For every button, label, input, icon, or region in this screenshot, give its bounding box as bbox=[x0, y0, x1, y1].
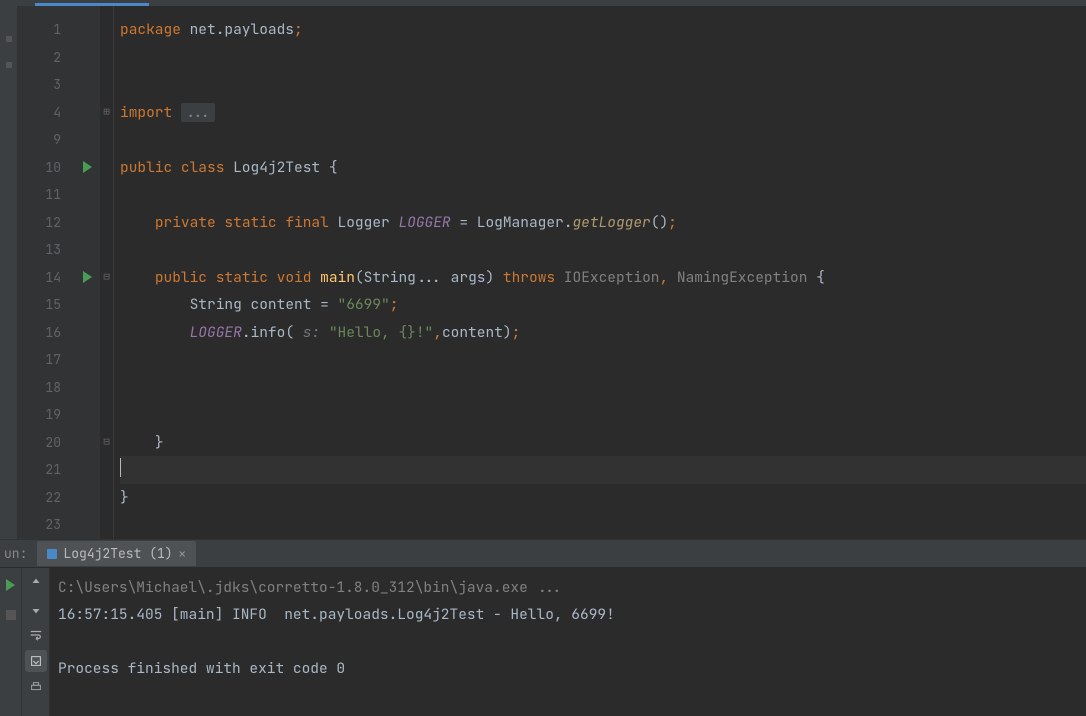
run-tab-label: Log4j2Test (1) bbox=[63, 545, 172, 562]
line-number[interactable]: 2 bbox=[18, 44, 73, 72]
line-number[interactable]: 16 bbox=[18, 319, 73, 347]
soft-wrap-button[interactable] bbox=[25, 624, 47, 646]
code-editor[interactable]: 1 2 3 4 9 10 11 12 13 14 15 16 17 18 19 … bbox=[18, 6, 1086, 539]
rerun-button[interactable] bbox=[0, 574, 22, 596]
line-number[interactable]: 18 bbox=[18, 374, 73, 402]
code-line[interactable]: LOGGER.info( s: "Hello, {}!",content); bbox=[120, 319, 1086, 347]
line-number[interactable]: 1 bbox=[18, 16, 73, 44]
line-number[interactable]: 21 bbox=[18, 456, 73, 484]
tool-window-stripe-left[interactable] bbox=[0, 6, 18, 539]
tool-stripe-mark[interactable] bbox=[6, 62, 12, 68]
fold-toggle[interactable]: ⊞ bbox=[100, 99, 113, 127]
console-line: Process finished with exit code 0 bbox=[58, 659, 345, 678]
code-line[interactable] bbox=[120, 346, 1086, 374]
line-number[interactable]: 9 bbox=[18, 126, 73, 154]
line-number[interactable]: 4 bbox=[18, 99, 73, 127]
line-number[interactable]: 23 bbox=[18, 511, 73, 539]
console-line: 16:57:15.405 [main] INFO net.payloads.Lo… bbox=[58, 605, 615, 624]
run-toolbar-secondary bbox=[22, 568, 50, 716]
fold-toggle[interactable]: ⊟ bbox=[100, 429, 113, 457]
code-line[interactable]: } bbox=[120, 484, 1086, 512]
play-icon bbox=[83, 271, 92, 283]
scroll-down-button[interactable] bbox=[25, 598, 47, 620]
play-icon bbox=[6, 579, 15, 591]
run-config-tab[interactable]: Log4j2Test (1) ✕ bbox=[37, 541, 195, 566]
run-tabbar: un: Log4j2Test (1) ✕ bbox=[0, 540, 1086, 568]
play-icon bbox=[83, 161, 92, 173]
code-line[interactable] bbox=[120, 71, 1086, 99]
code-line[interactable]: private static final Logger LOGGER = Log… bbox=[120, 209, 1086, 237]
print-button[interactable] bbox=[25, 676, 47, 698]
run-gutter bbox=[74, 6, 100, 539]
arrow-down-icon bbox=[29, 602, 43, 616]
scroll-to-end-button[interactable] bbox=[25, 650, 47, 672]
run-tool-window: un: Log4j2Test (1) ✕ C:\Users\Michael\.j… bbox=[0, 539, 1086, 716]
fold-gutter: ⊞ ⊟ ⊟ bbox=[100, 6, 114, 539]
main-area: 1 2 3 4 9 10 11 12 13 14 15 16 17 18 19 … bbox=[0, 6, 1086, 539]
line-number[interactable]: 12 bbox=[18, 209, 73, 237]
fold-toggle[interactable]: ⊟ bbox=[100, 264, 113, 292]
code-line[interactable] bbox=[120, 44, 1086, 72]
scroll-up-button[interactable] bbox=[25, 572, 47, 594]
stop-icon bbox=[6, 610, 16, 620]
line-number[interactable]: 15 bbox=[18, 291, 73, 319]
line-number[interactable]: 17 bbox=[18, 346, 73, 374]
code-line[interactable] bbox=[120, 181, 1086, 209]
code-line[interactable]: public class Log4j2Test { bbox=[120, 154, 1086, 182]
line-number[interactable]: 13 bbox=[18, 236, 73, 264]
stop-button[interactable] bbox=[0, 604, 22, 626]
code-line[interactable]: String content = "6699"; bbox=[120, 291, 1086, 319]
console-output[interactable]: C:\Users\Michael\.jdks\corretto-1.8.0_31… bbox=[50, 568, 1086, 716]
folded-region[interactable]: ... bbox=[181, 103, 215, 122]
code-line[interactable]: package net.payloads; bbox=[120, 16, 1086, 44]
arrow-up-icon bbox=[29, 576, 43, 590]
line-number[interactable]: 10 bbox=[18, 154, 73, 182]
run-line-marker[interactable] bbox=[74, 264, 100, 292]
line-number-gutter[interactable]: 1 2 3 4 9 10 11 12 13 14 15 16 17 18 19 … bbox=[18, 6, 74, 539]
run-toolbar-primary bbox=[0, 568, 22, 716]
code-line[interactable]: public static void main(String... args) … bbox=[120, 264, 1086, 292]
console-line: C:\Users\Michael\.jdks\corretto-1.8.0_31… bbox=[58, 578, 563, 597]
line-number[interactable]: 19 bbox=[18, 401, 73, 429]
run-line-marker[interactable] bbox=[74, 154, 100, 182]
code-line[interactable] bbox=[120, 236, 1086, 264]
tool-stripe-mark[interactable] bbox=[6, 36, 12, 42]
line-number[interactable]: 3 bbox=[18, 71, 73, 99]
code-line-current[interactable] bbox=[120, 456, 1086, 484]
line-number[interactable]: 22 bbox=[18, 484, 73, 512]
line-number[interactable]: 14 bbox=[18, 264, 73, 292]
printer-icon bbox=[29, 680, 43, 694]
code-line[interactable] bbox=[120, 374, 1086, 402]
application-icon bbox=[47, 549, 57, 559]
caret bbox=[120, 458, 121, 477]
code-line[interactable]: import ... bbox=[120, 99, 1086, 127]
code-area[interactable]: package net.payloads; import ... public … bbox=[114, 6, 1086, 539]
code-line[interactable] bbox=[120, 126, 1086, 154]
line-number[interactable]: 11 bbox=[18, 181, 73, 209]
wrap-icon bbox=[29, 628, 43, 642]
line-number[interactable]: 20 bbox=[18, 429, 73, 457]
run-toolwindow-label: un: bbox=[4, 545, 27, 562]
scroll-end-icon bbox=[29, 654, 43, 668]
close-icon[interactable]: ✕ bbox=[179, 546, 186, 562]
code-line[interactable]: } bbox=[120, 429, 1086, 457]
code-line[interactable] bbox=[120, 511, 1086, 539]
code-line[interactable] bbox=[120, 401, 1086, 429]
